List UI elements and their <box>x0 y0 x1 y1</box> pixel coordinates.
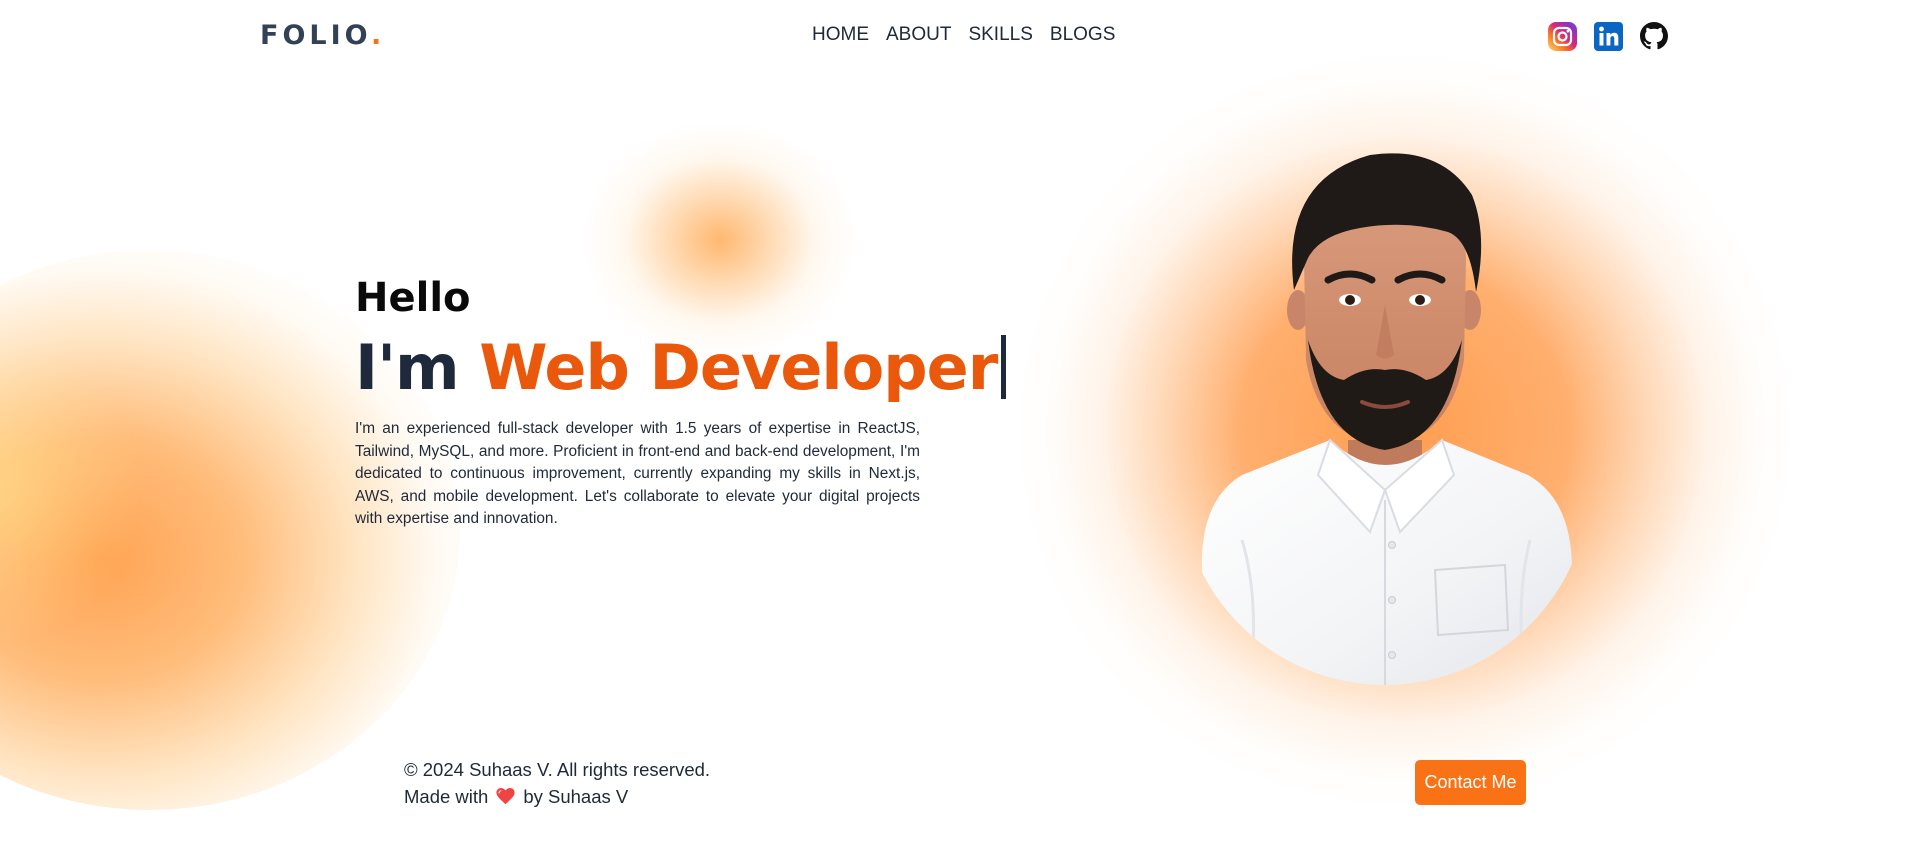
hero-bio: I'm an experienced full-stack developer … <box>355 420 920 528</box>
nav-link-blogs[interactable]: BLOGS <box>1050 24 1115 46</box>
logo-dot: . <box>371 20 386 51</box>
linkedin-icon <box>1593 21 1623 51</box>
instagram-icon <box>1547 21 1577 51</box>
main-nav: HOME ABOUT SKILLS BLOGS <box>812 24 1115 46</box>
typing-caret <box>1001 335 1007 399</box>
portrait-illustration <box>1201 153 1572 685</box>
profile-portrait <box>1180 140 1590 685</box>
copyright-text: © 2024 Suhaas V. All rights reserved. <box>404 759 711 780</box>
heart-icon <box>496 788 515 805</box>
github-icon <box>1640 22 1668 50</box>
navbar: FOLIO. HOME ABOUT SKILLS BLOGS <box>0 0 1920 74</box>
hero-greeting: Hello <box>355 275 471 321</box>
nav-link-about[interactable]: ABOUT <box>886 24 951 46</box>
footer: © 2024 Suhaas V. All rights reserved. Ma… <box>404 756 710 810</box>
hero-headline: I'm Web Developer <box>355 326 1007 410</box>
nav-link-skills[interactable]: SKILLS <box>968 24 1032 46</box>
instagram-link[interactable] <box>1547 21 1577 51</box>
background-blob-left-highlight <box>0 340 140 640</box>
headline-role: Web Developer <box>479 331 998 404</box>
made-with-suffix: by Suhaas V <box>523 786 629 807</box>
made-with-line: Made with by Suhaas V <box>404 783 710 810</box>
site-logo[interactable]: FOLIO. <box>260 20 385 51</box>
headline-prefix: I'm <box>355 331 480 404</box>
social-links <box>1547 21 1669 51</box>
linkedin-link[interactable] <box>1593 21 1623 51</box>
made-with-prefix: Made with <box>404 786 489 807</box>
github-link[interactable] <box>1639 21 1669 51</box>
nav-link-home[interactable]: HOME <box>812 24 869 46</box>
hero-section: Hello I'm Web Developer I'm an experienc… <box>355 270 1007 531</box>
page: FOLIO. HOME ABOUT SKILLS BLOGS Hello I'm… <box>0 0 1920 868</box>
contact-me-button[interactable]: Contact Me <box>1415 760 1526 805</box>
logo-text: FOLIO <box>260 20 372 51</box>
